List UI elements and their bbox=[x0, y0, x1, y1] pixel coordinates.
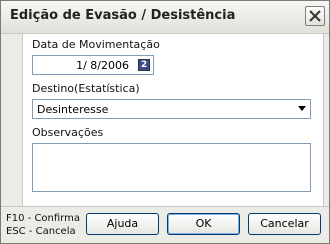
ok-button[interactable]: OK bbox=[167, 213, 240, 235]
window-title: Edição de Evasão / Desistência bbox=[10, 8, 236, 23]
chevron-down-icon[interactable] bbox=[298, 106, 306, 111]
close-icon bbox=[309, 10, 321, 22]
dialog-window: Edição de Evasão / Desistência Data de M… bbox=[0, 0, 330, 244]
destino-value: Desinteresse bbox=[37, 103, 109, 116]
form-panel: Data de Movimentação 1/ 8/2006 2 Destino… bbox=[22, 34, 324, 206]
cancel-button[interactable]: Cancelar bbox=[248, 213, 321, 235]
date-field[interactable]: 1/ 8/2006 2 bbox=[32, 55, 154, 75]
hint-cancel: ESC - Cancela bbox=[6, 226, 76, 237]
calendar-icon[interactable]: 2 bbox=[138, 59, 150, 71]
footer-divider bbox=[1, 206, 329, 207]
destino-label: Destino(Estatística) bbox=[32, 82, 140, 95]
date-label: Data de Movimentação bbox=[32, 38, 160, 51]
observacoes-textarea[interactable] bbox=[32, 143, 311, 192]
destino-select[interactable]: Desinteresse bbox=[32, 99, 311, 119]
close-button[interactable] bbox=[305, 6, 325, 26]
hint-confirm: F10 - Confirma bbox=[6, 213, 80, 224]
help-button[interactable]: Ajuda bbox=[86, 213, 159, 235]
title-bar[interactable]: Edição de Evasão / Desistência bbox=[1, 1, 329, 34]
date-value: 1/ 8/2006 bbox=[76, 59, 129, 72]
observacoes-label: Observações bbox=[32, 126, 104, 139]
